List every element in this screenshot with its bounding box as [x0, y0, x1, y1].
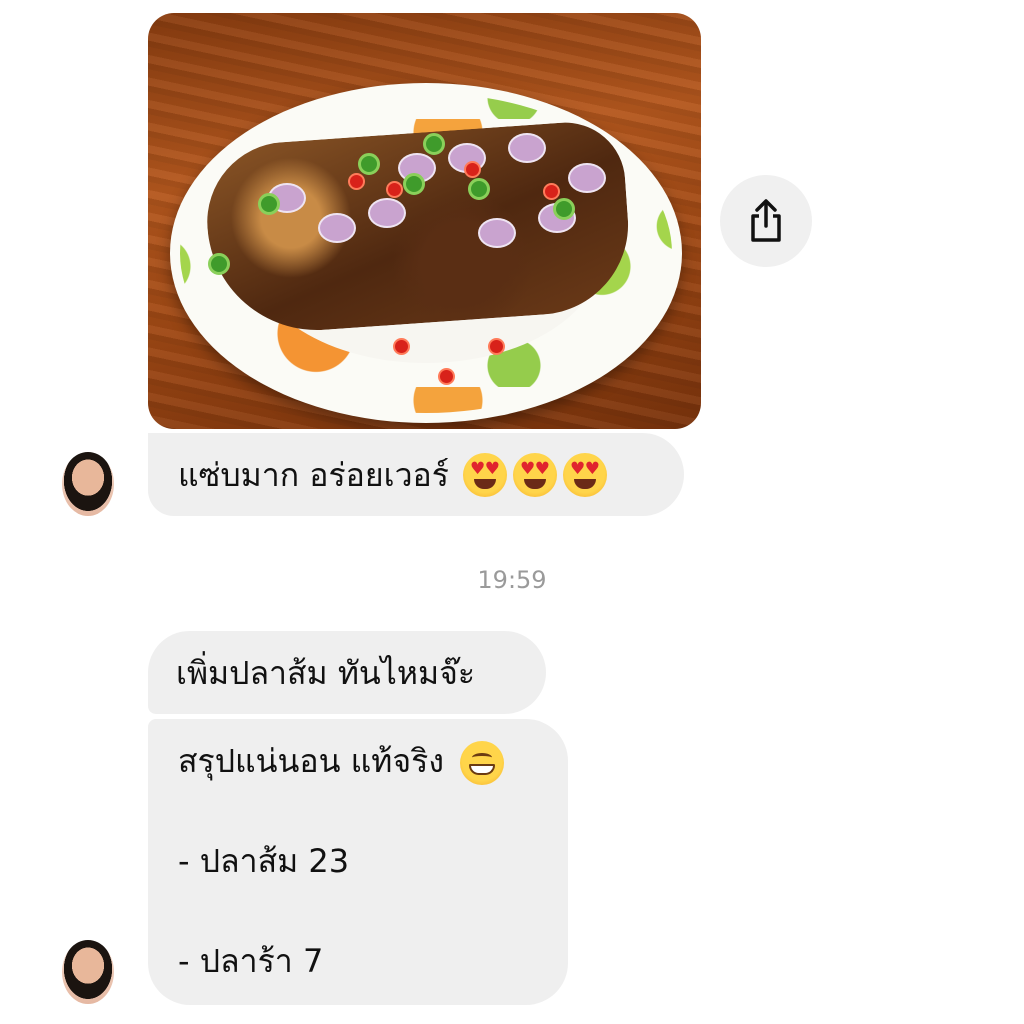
avatar[interactable]	[62, 452, 114, 516]
red-chili	[348, 173, 365, 190]
green-chili	[553, 198, 575, 220]
message-bubble[interactable]: สรุปแน่นอน แท้จริง - ปลาส้ม 23 - ปลาร้า …	[148, 719, 568, 1005]
red-chili	[543, 183, 560, 200]
message-bubble[interactable]: เพิ่มปลาส้ม ทันไหมจ๊ะ	[148, 631, 546, 714]
green-chili	[358, 153, 380, 175]
onion-slice	[478, 218, 516, 248]
heart-eyes-emoji	[462, 452, 507, 497]
order-item: - ปลาส้ม 23	[178, 842, 350, 880]
green-chili	[403, 173, 425, 195]
green-chili	[468, 178, 490, 200]
red-chili	[464, 161, 481, 178]
green-chili	[208, 253, 230, 275]
green-chili	[423, 133, 445, 155]
message-text: สรุปแน่นอน แท้จริง	[178, 742, 444, 780]
green-chili	[258, 193, 280, 215]
avatar[interactable]	[62, 940, 114, 1004]
red-chili	[438, 368, 455, 385]
onion-slice	[568, 163, 606, 193]
message-text: เพิ่มปลาส้ม ทันไหมจ๊ะ	[176, 653, 475, 692]
red-chili	[488, 338, 505, 355]
message-timestamp: 19:59	[477, 566, 547, 594]
grinning-emoji	[460, 741, 505, 785]
photo-message[interactable]	[148, 13, 701, 429]
onion-slice	[368, 198, 406, 228]
heart-eyes-emoji	[512, 452, 557, 497]
red-chili	[386, 181, 403, 198]
message-text: แซ่บมาก อร่อยเวอร์	[178, 455, 449, 494]
red-chili	[393, 338, 410, 355]
order-item: - ปลาร้า 7	[178, 942, 324, 980]
onion-slice	[318, 213, 356, 243]
onion-slice	[508, 133, 546, 163]
message-line: สรุปแน่นอน แท้จริง	[178, 741, 568, 785]
heart-eyes-emoji	[562, 452, 607, 497]
share-icon	[751, 199, 781, 242]
message-bubble[interactable]: แซ่บมาก อร่อยเวอร์	[148, 433, 684, 516]
share-button[interactable]	[720, 175, 812, 267]
